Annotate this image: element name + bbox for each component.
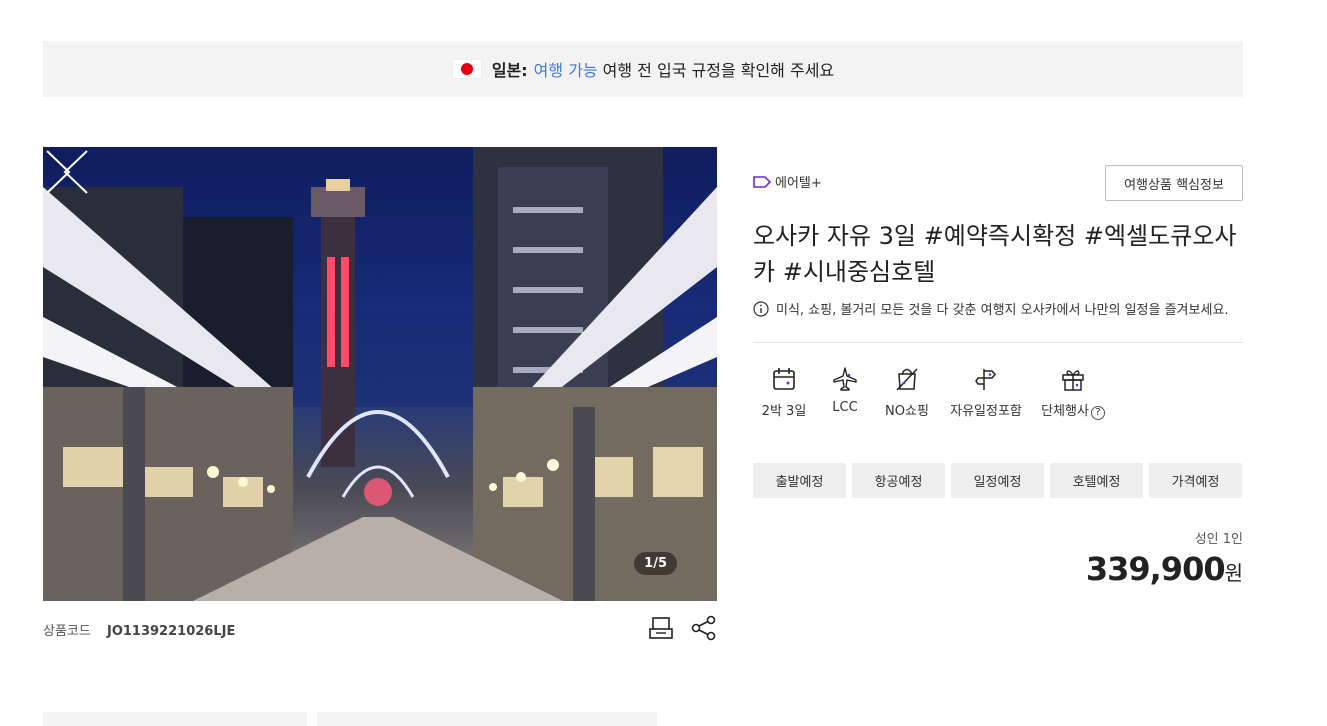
- notice-status: 여행 가능: [533, 61, 598, 80]
- osaka-street-photo: [43, 147, 717, 601]
- no-shopping-icon: [896, 368, 918, 391]
- next-image-arrow-icon[interactable]: [43, 147, 73, 197]
- feature-duration: 2박 3일: [753, 366, 815, 420]
- tab-itinerary[interactable]: 일정예정: [951, 463, 1044, 498]
- key-info-button[interactable]: 여행상품 핵심정보: [1105, 165, 1243, 201]
- print-icon[interactable]: [649, 615, 675, 641]
- product-code-label: 상품코드: [43, 624, 91, 639]
- gift-icon: [1062, 370, 1084, 391]
- feature-label: LCC: [832, 400, 858, 415]
- airplane-icon: [833, 367, 857, 391]
- image-counter: 1/5: [634, 552, 677, 575]
- feature-label: NO쇼핑: [885, 404, 929, 419]
- feature-list: 2박 3일 LCC NO쇼핑 자유일정포함 단체행사 ?: [753, 366, 1113, 420]
- product-image-gallery[interactable]: 1/5: [43, 147, 717, 601]
- product-code: 상품코드 JO1139221026LJE: [43, 620, 235, 639]
- product-description-text: 미식, 쇼핑, 볼거리 모든 것을 다 갖춘 여행지 오사카에서 나만의 일정을…: [776, 303, 1229, 318]
- calendar-icon: [773, 368, 795, 390]
- product-type-tag: 에어텔+: [753, 172, 822, 191]
- tag-icon: [753, 175, 771, 188]
- product-code-value: JO1139221026LJE: [106, 624, 236, 639]
- signpost-icon: [975, 369, 996, 390]
- feature-airline: LCC: [815, 366, 875, 420]
- info-icon: [753, 300, 769, 317]
- price-amount: 339,900: [1085, 550, 1226, 588]
- feature-label: 자유일정포함: [950, 404, 1022, 419]
- tab-departure[interactable]: 출발예정: [753, 463, 846, 498]
- japan-flag-icon: [451, 59, 482, 79]
- feature-group-label-wrap: 단체행사?: [1041, 400, 1105, 420]
- product-description: 미식, 쇼핑, 볼거리 모든 것을 다 갖춘 여행지 오사카에서 나만의 일정을…: [753, 299, 1229, 318]
- section-divider: [753, 342, 1243, 343]
- product-title: 오사카 자유 3일 #예약즉시확정 #엑셀도큐오사카 #시내중심호텔: [753, 222, 1237, 286]
- entry-notice-banner[interactable]: 일본: 여행 가능 여행 전 입국 규정을 확인해 주세요: [43, 41, 1243, 97]
- tab-flight[interactable]: 항공예정: [852, 463, 945, 498]
- schedule-tabs: 출발예정 항공예정 일정예정 호텔예정 가격예정: [753, 463, 1242, 498]
- tab-hotel[interactable]: 호텔예정: [1050, 463, 1143, 498]
- feature-no-shopping: NO쇼핑: [875, 366, 939, 420]
- help-icon[interactable]: ?: [1090, 405, 1105, 420]
- bottom-card-left: [43, 712, 307, 726]
- price-unit: 원: [1224, 561, 1243, 585]
- share-icon[interactable]: [691, 615, 717, 641]
- notice-message: 여행 전 입국 규정을 확인해 주세요: [602, 61, 835, 80]
- product-type-label: 에어텔+: [775, 176, 822, 191]
- tab-price[interactable]: 가격예정: [1149, 463, 1242, 498]
- feature-label: 단체행사: [1041, 404, 1089, 419]
- price-label: 성인 1인: [1194, 532, 1243, 547]
- feature-free-schedule: 자유일정포함: [939, 366, 1033, 420]
- notice-country: 일본:: [491, 61, 528, 80]
- bottom-card-right: [317, 712, 657, 726]
- feature-group-event[interactable]: 단체행사?: [1033, 366, 1113, 420]
- feature-label: 2박 3일: [761, 404, 807, 419]
- price-value: 339,900원: [1086, 550, 1243, 588]
